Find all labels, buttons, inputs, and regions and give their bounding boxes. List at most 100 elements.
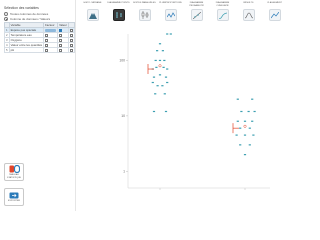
- data-point[interactable]: [239, 144, 242, 146]
- tool-dot-plot[interactable]: DIAGRAMME POINTS: [106, 2, 131, 26]
- table-header-value: Valeur: [57, 22, 69, 28]
- row-factor-cell[interactable]: [43, 27, 59, 33]
- line-chart-icon[interactable]: [164, 9, 177, 21]
- data-point[interactable]: [158, 43, 162, 45]
- value-checkbox[interactable]: [59, 48, 63, 52]
- value-checkbox[interactable]: [59, 33, 63, 37]
- data-point[interactable]: [163, 59, 166, 62]
- extra-checkbox[interactable]: [69, 48, 73, 52]
- data-point[interactable]: [169, 33, 172, 35]
- panel-title: Sélection des variables: [4, 6, 39, 10]
- tool-results-label: RÉSULTS: [243, 2, 254, 4]
- data-point[interactable]: [161, 50, 164, 52]
- dot-plot-chart: 1 10 100: [80, 28, 298, 209]
- data-point[interactable]: [236, 98, 239, 100]
- extra-checkbox[interactable]: [69, 28, 73, 32]
- factor-checkbox[interactable]: [45, 33, 49, 37]
- chart-svg: 1 10 100: [119, 33, 270, 190]
- mean-marker: [243, 124, 247, 128]
- data-point[interactable]: [152, 76, 156, 78]
- export-label: EXPORTER: [8, 199, 20, 202]
- data-point[interactable]: [156, 85, 159, 87]
- data-point[interactable]: [154, 59, 157, 62]
- data-point[interactable]: [252, 134, 255, 136]
- extra-checkbox[interactable]: [69, 43, 73, 47]
- data-point[interactable]: [240, 110, 243, 113]
- data-point[interactable]: [253, 110, 256, 113]
- data-point[interactable]: [152, 110, 156, 113]
- data-point[interactable]: [154, 93, 157, 95]
- data-point[interactable]: [247, 110, 250, 113]
- tool-ranking[interactable]: CLASSEMENT: [262, 2, 287, 26]
- y-tick-label: 10: [121, 114, 125, 118]
- y-tick-label: 1: [123, 170, 125, 174]
- row-factor-cell[interactable]: [43, 47, 59, 53]
- radio-column-values-control[interactable]: [4, 17, 8, 21]
- tool-probability[interactable]: DIAGRAMME PROBABILITÉ: [184, 2, 209, 26]
- tool-boxplot-label: BOITES PARALLÈLES: [133, 2, 156, 4]
- tool-results[interactable]: RÉSULTS: [236, 2, 261, 26]
- data-point[interactable]: [161, 85, 164, 87]
- tool-line-chart[interactable]: PLURIPROPORTIONS: [158, 2, 183, 26]
- tool-probability-label: DIAGRAMME PROBABILITÉ: [189, 2, 204, 7]
- chart-toolbar: HISTO. MÉDIANE DIAGRAMME POINTS BOITES P…: [80, 0, 300, 26]
- value-checkbox[interactable]: [59, 43, 63, 47]
- data-point[interactable]: [155, 66, 158, 68]
- data-point[interactable]: [158, 74, 162, 76]
- tool-line-chart-label: PLURIPROPORTIONS: [159, 2, 182, 4]
- tool-dot-plot-label: DIAGRAMME POINTS: [107, 2, 130, 4]
- data-point[interactable]: [164, 110, 168, 113]
- tool-histogram[interactable]: HISTO. MÉDIANE: [80, 2, 105, 26]
- data-point[interactable]: [156, 50, 159, 52]
- y-tick-label: 100: [119, 59, 125, 63]
- ranking-icon[interactable]: [268, 9, 281, 21]
- data-point[interactable]: [239, 127, 242, 129]
- row-value-cell[interactable]: [57, 47, 69, 53]
- value-checkbox[interactable]: [59, 38, 63, 42]
- factor-checkbox[interactable]: [45, 48, 49, 52]
- boxplot-icon[interactable]: [138, 9, 151, 21]
- tool-cumulative[interactable]: DIAGRAMME CUMULATIF: [210, 2, 235, 26]
- table-row[interactable]: 5 pH: [4, 47, 75, 53]
- radio-column-values[interactable]: Colonne de données / Valeurs: [4, 17, 50, 21]
- stats-table-button[interactable]: TABLEAU STATISTIQUE: [4, 163, 24, 181]
- mean-marker: [158, 64, 162, 68]
- data-point[interactable]: [162, 66, 165, 68]
- value-checkbox[interactable]: [59, 28, 63, 32]
- stats-table-label: TABLEAU STATISTIQUE: [6, 173, 21, 179]
- cumulative-icon[interactable]: [216, 9, 229, 21]
- extra-checkbox[interactable]: [69, 38, 73, 42]
- data-point[interactable]: [158, 59, 162, 62]
- dot-plot-icon[interactable]: [112, 9, 125, 21]
- data-point[interactable]: [164, 76, 168, 78]
- stats-table-icon: [9, 164, 20, 173]
- factor-pill[interactable]: [45, 28, 57, 32]
- row-extra-cell[interactable]: [67, 47, 75, 53]
- probability-icon[interactable]: [190, 9, 203, 21]
- data-point[interactable]: [236, 120, 239, 122]
- data-point[interactable]: [243, 134, 247, 136]
- data-point[interactable]: [248, 127, 251, 129]
- data-point[interactable]: [251, 120, 254, 122]
- tool-boxplot[interactable]: BOITES PARALLÈLES: [132, 2, 157, 26]
- data-point[interactable]: [166, 33, 169, 35]
- data-point[interactable]: [163, 93, 166, 95]
- data-point[interactable]: [166, 68, 169, 70]
- export-button[interactable]: EXPORTER: [4, 188, 24, 206]
- results-icon[interactable]: [242, 9, 255, 21]
- data-point[interactable]: [151, 81, 154, 84]
- radio-all-columns[interactable]: Toutes colonnes de données: [4, 12, 48, 16]
- data-point[interactable]: [251, 98, 254, 100]
- radio-all-columns-control[interactable]: [4, 12, 8, 16]
- data-point[interactable]: [166, 81, 169, 84]
- factor-checkbox[interactable]: [45, 43, 49, 47]
- extra-checkbox[interactable]: [69, 33, 73, 37]
- tool-ranking-label: CLASSEMENT: [267, 2, 282, 4]
- variable-panel: Sélection des variables Toutes colonnes …: [0, 0, 76, 211]
- data-point[interactable]: [235, 134, 238, 136]
- data-point[interactable]: [243, 154, 247, 156]
- factor-checkbox[interactable]: [45, 38, 49, 42]
- histogram-icon[interactable]: [86, 9, 99, 21]
- data-point[interactable]: [243, 120, 247, 122]
- data-point[interactable]: [248, 144, 251, 146]
